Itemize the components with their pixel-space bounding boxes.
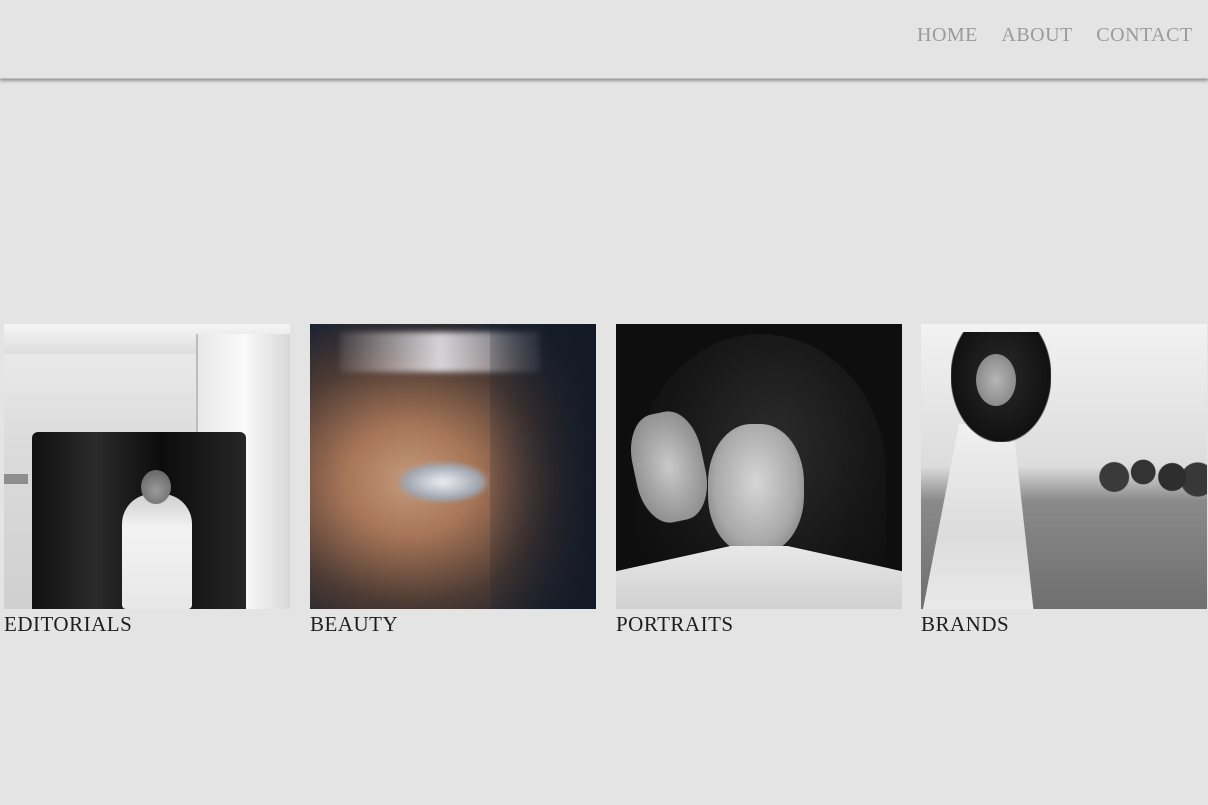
gallery-card-brands[interactable]: BRANDS [921, 324, 1207, 637]
photo-face [976, 354, 1016, 406]
nav-home-link[interactable]: HOME [917, 24, 978, 47]
beauty-photo[interactable] [310, 324, 596, 609]
photo-detail [4, 474, 28, 484]
nav-about-link[interactable]: ABOUT [1001, 24, 1072, 47]
photo-trees [1091, 452, 1207, 502]
gallery-caption-beauty[interactable]: BEAUTY [310, 611, 596, 637]
gallery-caption-brands[interactable]: BRANDS [921, 611, 1207, 637]
main-nav: HOME ABOUT CONTACT I [917, 24, 1208, 47]
photo-head [141, 470, 171, 504]
nav-contact-link[interactable]: CONTACT [1096, 24, 1192, 47]
gallery-caption-portraits[interactable]: PORTRAITS [616, 611, 902, 637]
site-header: HOME ABOUT CONTACT I [0, 0, 1208, 79]
photo-face [708, 424, 804, 554]
gallery-caption-editorials[interactable]: EDITORIALS [4, 611, 290, 637]
photo-hair [490, 324, 596, 609]
editorial-photo[interactable] [4, 324, 290, 609]
gallery-card-editorials[interactable]: EDITORIALS [4, 324, 290, 637]
photo-dress [923, 424, 1034, 609]
photo-lips [398, 462, 488, 502]
brands-photo[interactable] [921, 324, 1207, 609]
gallery-card-portraits[interactable]: PORTRAITS [616, 324, 902, 637]
gallery-card-beauty[interactable]: BEAUTY [310, 324, 596, 637]
portrait-photo[interactable] [616, 324, 902, 609]
photo-figure [122, 494, 192, 609]
